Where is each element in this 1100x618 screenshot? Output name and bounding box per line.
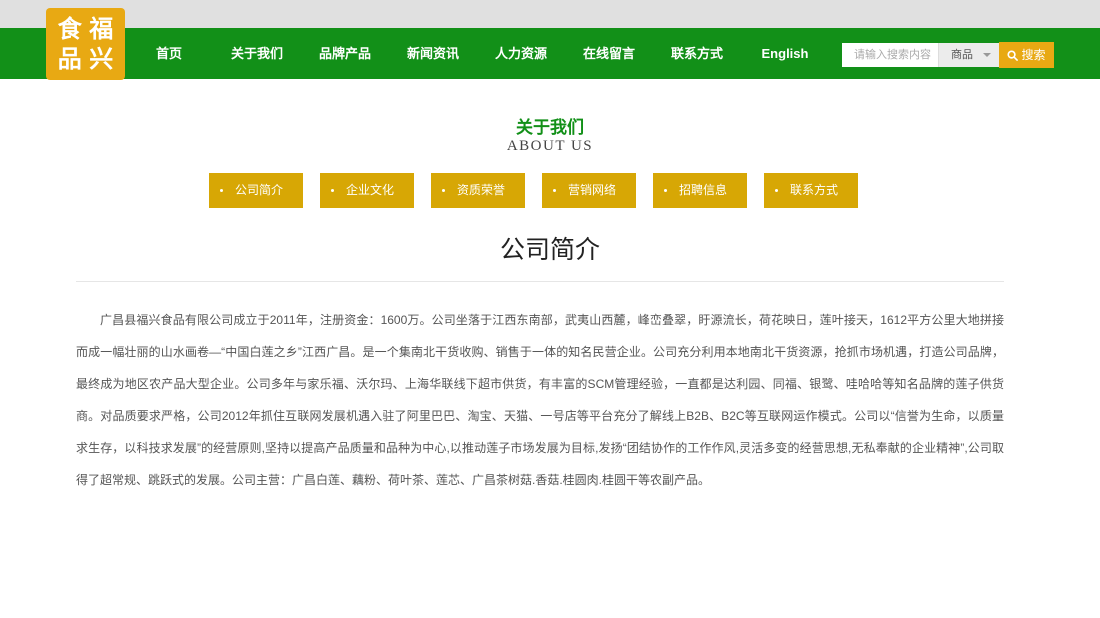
main-nav: 首页 关于我们 品牌产品 新闻资讯 人力资源 在线留言 联系方式 English — [125, 28, 829, 79]
subnav-item-jobs[interactable]: 招聘信息 — [653, 173, 747, 208]
search-input[interactable] — [842, 43, 938, 67]
nav-item-contact[interactable]: 联系方式 — [653, 28, 741, 79]
search-category-label: 商品 — [951, 49, 973, 61]
bullet-icon — [553, 189, 556, 193]
nav-item-message[interactable]: 在线留言 — [565, 28, 653, 79]
section-title-en: ABOUT US — [506, 138, 594, 154]
divider — [76, 281, 1004, 282]
logo-char: 福 — [89, 15, 114, 43]
search-button[interactable]: 搜索 — [999, 42, 1054, 68]
subnav-label: 招聘信息 — [679, 183, 728, 197]
logo[interactable]: 食 福 品 兴 — [46, 8, 125, 80]
subnav-item-honors[interactable]: 资质荣誉 — [431, 173, 525, 208]
nav-item-hr[interactable]: 人力资源 — [477, 28, 565, 79]
bullet-icon — [775, 189, 778, 193]
sub-nav: 公司简介 企业文化 资质荣誉 营销网络 招聘信息 联系方式 — [209, 173, 858, 208]
subnav-item-network[interactable]: 营销网络 — [542, 173, 636, 208]
nav-item-products[interactable]: 品牌产品 — [301, 28, 389, 79]
subnav-item-contact[interactable]: 联系方式 — [764, 173, 858, 208]
bullet-icon — [331, 189, 334, 193]
subnav-label: 营销网络 — [568, 183, 617, 197]
chevron-down-icon — [983, 53, 991, 57]
nav-item-english[interactable]: English — [741, 28, 829, 79]
bullet-icon — [220, 189, 223, 193]
section-title: 关于我们 ABOUT US — [0, 118, 1100, 154]
search-category-select[interactable]: 商品 — [938, 43, 999, 67]
section-title-cn: 关于我们 — [516, 118, 584, 138]
subnav-item-culture[interactable]: 企业文化 — [320, 173, 414, 208]
search-icon — [1007, 50, 1019, 61]
subnav-label: 资质荣誉 — [457, 183, 506, 197]
nav-item-about[interactable]: 关于我们 — [213, 28, 301, 79]
page-title: 公司简介 — [499, 235, 600, 264]
nav-item-news[interactable]: 新闻资讯 — [389, 28, 477, 79]
search-button-label: 搜索 — [1021, 48, 1046, 62]
logo-char: 品 — [57, 45, 82, 73]
company-intro-text: 广昌县福兴食品有限公司成立于2011年，注册资金：1600万。公司坐落于江西东南… — [76, 313, 1004, 487]
bullet-icon — [442, 189, 445, 193]
bullet-icon — [664, 189, 667, 193]
logo-char: 食 — [57, 15, 82, 43]
subnav-item-profile[interactable]: 公司简介 — [209, 173, 303, 208]
subnav-label: 公司简介 — [235, 183, 284, 197]
top-strip — [0, 0, 1100, 28]
subnav-label: 联系方式 — [790, 183, 839, 197]
subnav-label: 企业文化 — [346, 183, 395, 197]
nav-item-home[interactable]: 首页 — [125, 28, 213, 79]
logo-char: 兴 — [89, 45, 114, 73]
